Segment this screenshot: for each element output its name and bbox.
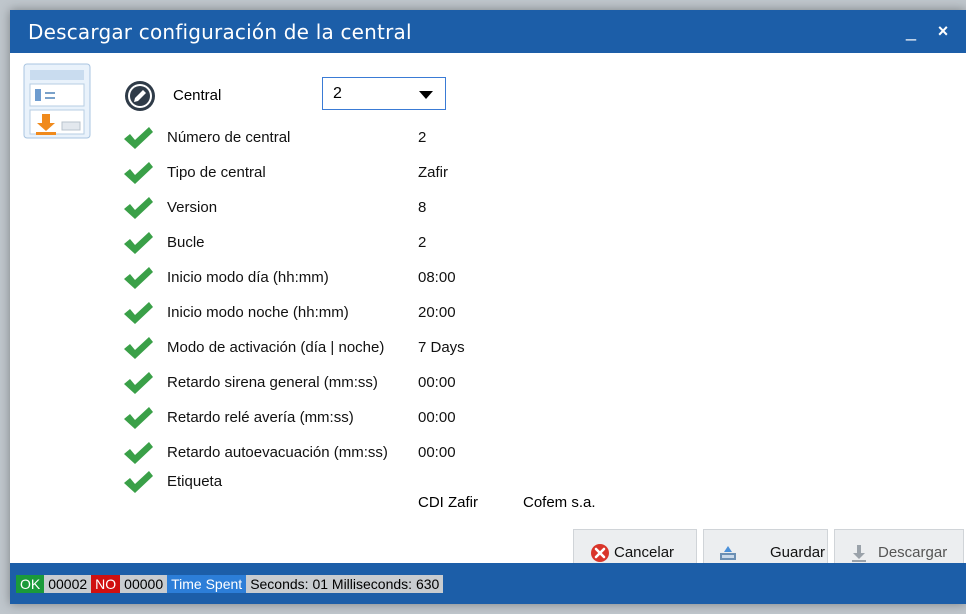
time-spent-value: Seconds: 01 Milliseconds: 630 — [246, 575, 444, 593]
check-icon — [124, 337, 153, 359]
save-icon — [720, 546, 736, 560]
title-bar[interactable]: Descargar configuración de la central _ … — [10, 10, 966, 53]
dialog-content: Central 2 Número de central 2 Tipo de ce… — [10, 53, 966, 575]
time-spent-label: Time Spent — [167, 575, 247, 593]
check-icon — [124, 471, 153, 493]
check-icon — [124, 127, 153, 149]
ok-badge: OK — [16, 575, 45, 593]
row-label: Bucle — [167, 234, 205, 251]
check-icon — [124, 407, 153, 429]
close-button[interactable]: × — [930, 18, 956, 44]
no-badge: NO — [91, 575, 121, 593]
check-icon — [124, 232, 153, 254]
check-icon — [124, 197, 153, 219]
check-icon — [124, 302, 153, 324]
row-value: 00:00 — [418, 444, 456, 461]
download-icon — [852, 545, 866, 562]
row-label: Version — [167, 199, 218, 216]
download-config-dialog: Descargar configuración de la central _ … — [10, 10, 966, 604]
no-count: 00000 — [120, 575, 168, 593]
row-label: Inicio modo día (hh:mm) — [167, 269, 329, 286]
cancel-icon — [591, 544, 609, 562]
check-icon — [124, 372, 153, 394]
edit-pencil-icon — [125, 81, 155, 111]
row-value: 8 — [418, 199, 427, 216]
dropdown-arrow-icon[interactable] — [419, 91, 433, 99]
save-label: Guardar — [770, 544, 826, 561]
check-icon — [124, 162, 153, 184]
row-label: Modo de activación (día | noche) — [167, 339, 385, 356]
minimize-button[interactable]: _ — [898, 18, 924, 44]
central-select[interactable]: 2 — [322, 77, 446, 110]
row-value: 08:00 — [418, 269, 456, 286]
row-value: 7 Days — [418, 339, 465, 356]
download-label: Descargar — [878, 544, 948, 561]
row-label: Etiqueta — [167, 473, 223, 490]
ok-count: 00002 — [44, 575, 92, 593]
row-value: 20:00 — [418, 304, 456, 321]
row-label: Inicio modo noche (hh:mm) — [167, 304, 349, 321]
row-label: Retardo relé avería (mm:ss) — [167, 409, 354, 426]
cancel-label: Cancelar — [614, 544, 675, 561]
row-label: Retardo sirena general (mm:ss) — [167, 374, 378, 391]
central-select-value: 2 — [333, 85, 342, 102]
window-title: Descargar configuración de la central — [28, 20, 412, 44]
row-value: 00:00 — [418, 374, 456, 391]
check-icon — [124, 442, 153, 464]
row-value: 00:00 — [418, 409, 456, 426]
status-bar: OK 00002 NO 00000 Time Spent Seconds: 01… — [10, 563, 966, 604]
row-label: Número de central — [167, 129, 291, 146]
control-panel-download-icon — [23, 63, 91, 139]
check-icon — [124, 267, 153, 289]
etiqueta-line1: CDI Zafir — [418, 494, 478, 511]
row-label: Retardo autoevacuación (mm:ss) — [167, 444, 388, 461]
etiqueta-line2: Cofem s.a. — [523, 494, 596, 511]
row-value: Zafir — [418, 164, 448, 181]
status-summary: OK 00002 NO 00000 Time Spent Seconds: 01… — [16, 575, 444, 593]
row-label: Tipo de central — [167, 164, 266, 181]
central-label: Central — [173, 87, 222, 104]
row-value: 2 — [418, 234, 427, 251]
row-value: 2 — [418, 129, 427, 146]
